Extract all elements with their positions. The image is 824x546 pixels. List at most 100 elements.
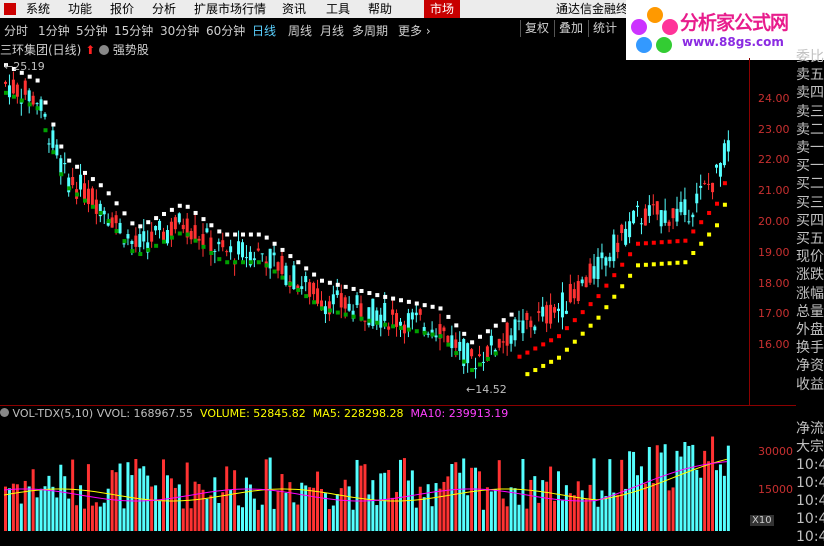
trend-step-marker — [383, 294, 388, 299]
candle-body — [667, 221, 671, 226]
candle-body — [244, 257, 248, 259]
trend-step-marker — [454, 351, 459, 356]
candle-body — [63, 163, 67, 165]
candle-body — [31, 95, 35, 105]
volume-bar — [430, 506, 434, 531]
candle-body — [158, 220, 162, 231]
volume-bar — [529, 479, 533, 531]
candle-body — [632, 210, 636, 224]
trend-step-marker — [628, 252, 633, 257]
volume-bar — [51, 486, 55, 531]
candle-body — [545, 305, 549, 324]
candle-body — [568, 283, 572, 303]
candle-body — [616, 242, 620, 252]
side-label: 买四 — [796, 212, 824, 229]
trend-step-marker — [351, 314, 356, 319]
candle-body — [624, 228, 628, 245]
volume-bar — [205, 498, 209, 531]
candle-body — [509, 335, 513, 344]
volume-bar — [604, 496, 608, 531]
trend-step-marker — [201, 244, 206, 249]
candle-body — [308, 282, 312, 297]
trend-step-marker — [312, 272, 317, 277]
trend-step-marker — [27, 102, 32, 107]
trend-step-marker — [422, 330, 427, 335]
kline-chart[interactable]: ←25.19 ←14.52 — [0, 0, 824, 531]
candle-body — [478, 354, 481, 357]
trend-step-marker — [659, 261, 664, 266]
trend-step-marker — [493, 323, 498, 328]
candle-body — [541, 306, 545, 317]
side-label: 卖三 — [796, 103, 824, 120]
trend-step-marker — [667, 239, 672, 244]
volume-bar — [169, 478, 173, 531]
candle-body — [4, 81, 7, 84]
trend-step-marker — [549, 359, 554, 364]
candle-body — [501, 341, 505, 343]
candle-body — [549, 304, 553, 324]
volume-bar — [320, 488, 323, 531]
candle-body — [114, 215, 118, 224]
trend-step-marker — [564, 326, 569, 331]
volume-bar — [647, 446, 651, 531]
volume-bar — [63, 476, 67, 531]
volume-bar — [31, 469, 35, 531]
zoom-label[interactable]: X10 — [750, 515, 774, 526]
side-label: 买三 — [796, 194, 824, 211]
trend-step-marker — [106, 191, 111, 196]
volume-bar — [485, 487, 489, 531]
trend-step-marker — [146, 247, 151, 252]
candle-body — [256, 248, 260, 251]
trend-step-marker — [130, 221, 135, 226]
volume-bar — [505, 506, 509, 531]
candle-body — [402, 324, 406, 334]
candle-body — [497, 338, 501, 348]
volume-bar — [639, 466, 643, 531]
volume-bar — [331, 505, 335, 531]
candle-body — [130, 241, 134, 245]
trend-step-marker — [264, 235, 269, 240]
trend-step-marker — [225, 260, 230, 265]
trend-step-marker — [130, 249, 135, 254]
trend-step-marker — [122, 211, 127, 216]
candle-body — [379, 314, 383, 328]
trend-step-marker — [406, 299, 411, 304]
volume-bar — [197, 484, 201, 531]
candle-body — [679, 201, 683, 213]
trend-step-marker — [414, 301, 419, 306]
candle-body — [304, 276, 308, 283]
volume-bar — [268, 457, 272, 531]
trend-step-marker — [233, 232, 238, 237]
volume-bar — [470, 467, 474, 531]
volume-bar — [217, 502, 221, 531]
trend-step-marker — [588, 302, 593, 307]
trend-step-marker — [19, 98, 24, 103]
trend-step-marker — [406, 327, 411, 332]
volume-bar — [4, 486, 7, 531]
candle-body — [213, 250, 217, 252]
candle-body — [229, 246, 233, 253]
trend-step-marker — [114, 201, 119, 206]
trend-step-marker — [90, 204, 95, 209]
volume-bar — [414, 507, 418, 531]
volume-bar — [612, 492, 616, 531]
trend-step-marker — [430, 332, 435, 337]
ma10-value: MA10: 239913.19 — [410, 407, 509, 420]
candle-body — [35, 103, 39, 105]
trend-step-marker — [707, 232, 712, 237]
vol-indicator-dropdown-icon[interactable] — [0, 408, 9, 417]
trend-step-marker — [217, 257, 222, 262]
trend-step-marker — [628, 273, 633, 278]
volume-bar — [118, 463, 122, 531]
trend-step-marker — [67, 158, 72, 163]
candle-body — [470, 349, 474, 357]
trend-step-marker — [122, 239, 127, 244]
candle-body — [521, 320, 525, 334]
volume-bar — [600, 490, 604, 531]
volume-bar — [229, 489, 233, 531]
trend-step-marker — [75, 192, 80, 197]
trend-step-marker — [391, 296, 396, 301]
candle-body — [703, 183, 707, 185]
volume-bar — [158, 501, 162, 531]
volume-bar — [580, 490, 584, 531]
